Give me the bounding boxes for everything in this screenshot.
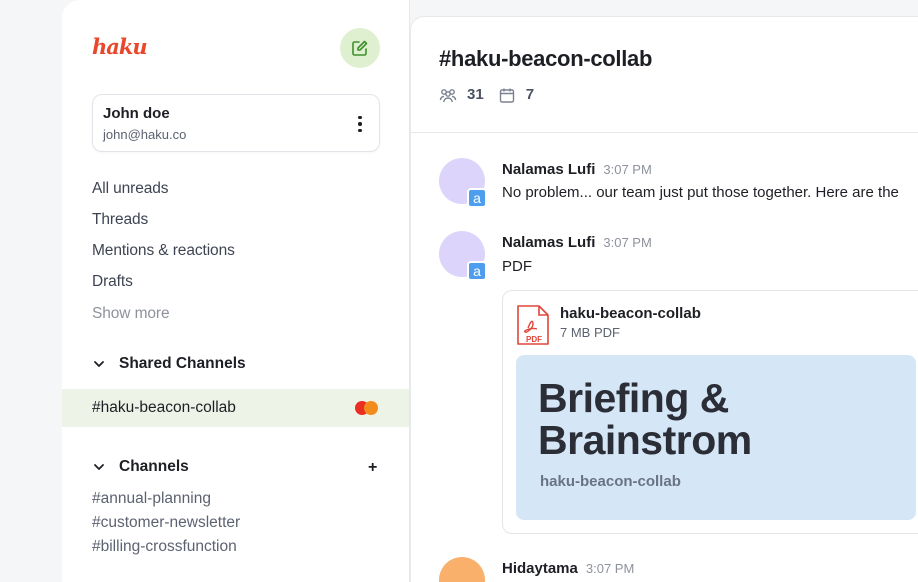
message-author[interactable]: Nalamas Lufi 3:07 PM [502, 161, 652, 178]
shared-org-badge [355, 401, 381, 415]
add-channel-button[interactable]: + [368, 459, 377, 477]
channel-item-billing-crossfunction[interactable]: #billing-crossfunction [92, 538, 237, 556]
message-time: 3:07 PM [603, 162, 652, 177]
file-preview[interactable]: Briefing & Brainstrom haku-beacon-collab [516, 355, 916, 520]
chevron-down-icon [94, 464, 104, 470]
show-more-link[interactable]: Show more [92, 305, 170, 323]
channel-stats: 31 7 [439, 86, 534, 103]
file-meta: 7 MB PDF [560, 325, 620, 340]
file-name[interactable]: haku-beacon-collab [560, 305, 701, 322]
shared-channels-header[interactable]: Shared Channels [92, 355, 246, 373]
nav-all-unreads[interactable]: All unreads [92, 180, 169, 198]
haku-logo[interactable]: haku [92, 34, 148, 60]
members-icon[interactable] [439, 87, 457, 103]
channels-title: Channels [119, 458, 189, 475]
user-card[interactable]: John doe john@haku.co [92, 94, 380, 152]
channel-title: #haku-beacon-collab [439, 46, 653, 71]
preview-subtitle: haku-beacon-collab [540, 473, 681, 490]
shared-channels-title: Shared Channels [119, 355, 246, 372]
channel-item-haku-beacon-collab[interactable]: #haku-beacon-collab [62, 389, 409, 427]
compose-icon [352, 40, 368, 56]
message-author[interactable]: Nalamas Lufi 3:07 PM [502, 234, 652, 251]
channel-header: #haku-beacon-collab 31 7 [411, 17, 918, 133]
user-email: john@haku.co [103, 127, 187, 142]
sidebar: haku John doe john@haku.co All unreads T… [62, 0, 410, 582]
org-badge: a [467, 261, 487, 281]
message-text: PDF [502, 258, 532, 275]
nav-drafts[interactable]: Drafts [92, 273, 133, 291]
user-name: John doe [103, 105, 170, 122]
compose-button[interactable] [340, 28, 380, 68]
members-count[interactable]: 31 [467, 86, 484, 103]
channel-item-annual-planning[interactable]: #annual-planning [92, 490, 211, 508]
channel-item-customer-newsletter[interactable]: #customer-newsletter [92, 514, 240, 532]
file-attachment[interactable]: PDF haku-beacon-collab 7 MB PDF Briefing… [502, 290, 918, 534]
channel-panel: #haku-beacon-collab 31 7 a Nalamas Lufi 3… [410, 16, 918, 582]
channel-label: #haku-beacon-collab [92, 399, 236, 416]
message-time: 3:07 PM [603, 235, 652, 250]
calendar-icon[interactable] [498, 87, 516, 103]
preview-title: Briefing & Brainstrom [538, 375, 752, 463]
svg-text:PDF: PDF [526, 335, 542, 344]
events-count[interactable]: 7 [526, 86, 534, 103]
chevron-down-icon [94, 361, 104, 367]
nav-threads[interactable]: Threads [92, 211, 148, 229]
more-vertical-icon[interactable] [353, 113, 367, 135]
avatar[interactable] [439, 557, 485, 582]
message-time: 3:07 PM [585, 561, 635, 576]
org-badge: a [467, 188, 487, 208]
pdf-file-icon: PDF [517, 305, 549, 345]
message-text: No problem... our team just put those to… [502, 184, 899, 201]
channels-header[interactable]: Channels [92, 458, 189, 476]
nav-mentions-reactions[interactable]: Mentions & reactions [92, 242, 235, 260]
message-author[interactable]: Hidaytama 3:07 PM [502, 560, 634, 577]
